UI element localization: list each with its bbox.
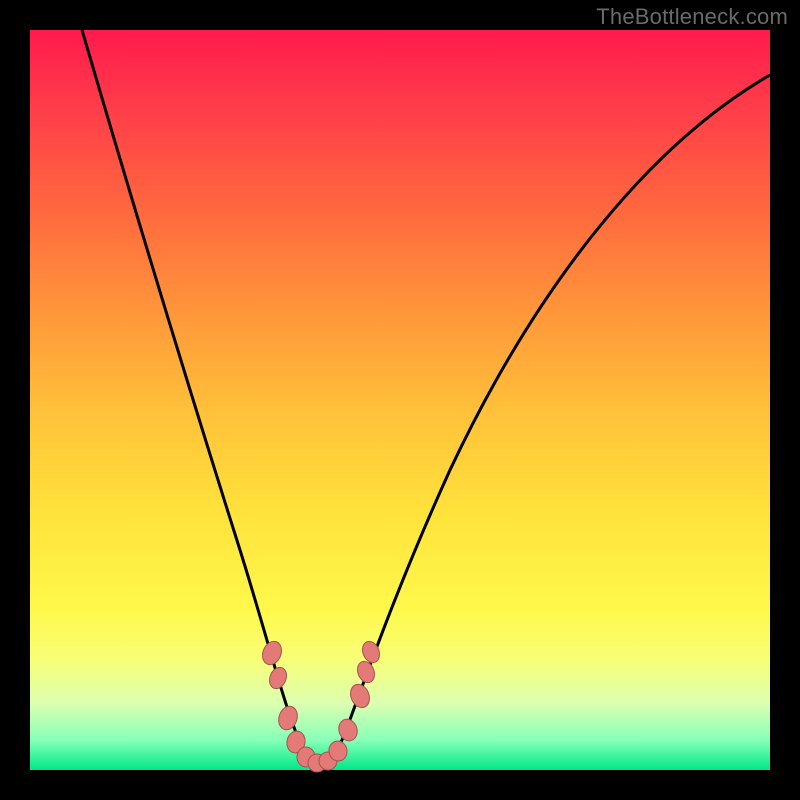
curve-layer (30, 30, 770, 770)
marker (276, 704, 301, 732)
marker (266, 665, 289, 691)
marker (336, 717, 360, 743)
plot-area (30, 30, 770, 770)
marker-group (259, 639, 382, 772)
watermark-label: TheBottleneck.com (596, 4, 788, 30)
bottleneck-curve (82, 30, 770, 765)
chart-frame: TheBottleneck.com (0, 0, 800, 800)
marker (347, 682, 373, 711)
marker (259, 639, 285, 668)
